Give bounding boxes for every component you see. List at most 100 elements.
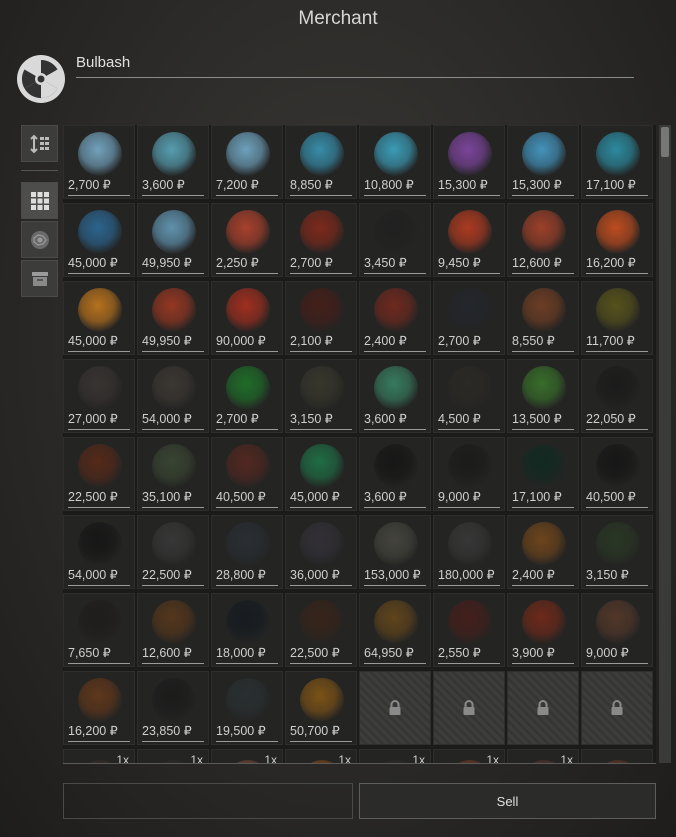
item-slot[interactable]: 18,000 ₽ <box>211 593 283 667</box>
scrollbar-thumb[interactable] <box>661 127 669 157</box>
item-slot[interactable]: 28,800 ₽ <box>211 515 283 589</box>
item-slot[interactable]: 3,900 ₽ <box>507 593 579 667</box>
item-slot[interactable]: 90,000 ₽ <box>211 281 283 355</box>
artifact-icon <box>522 444 566 488</box>
item-slot[interactable]: 180,000 ₽ <box>433 515 505 589</box>
item-slot[interactable]: 12,600 ₽ <box>507 203 579 277</box>
price-underline <box>586 663 648 664</box>
item-slot[interactable]: 1x <box>433 749 505 763</box>
price-underline <box>586 195 648 196</box>
item-slot[interactable]: 49,950 ₽ <box>137 203 209 277</box>
item-slot[interactable]: 10,800 ₽ <box>359 125 431 199</box>
item-slot[interactable]: 49,950 ₽ <box>137 281 209 355</box>
item-slot[interactable]: 1x <box>63 749 135 763</box>
item-slot[interactable]: 2,700 ₽ <box>211 359 283 433</box>
item-slot[interactable]: 17,100 ₽ <box>507 437 579 511</box>
item-slot[interactable]: 3,600 ₽ <box>359 437 431 511</box>
item-slot[interactable]: 2,700 ₽ <box>63 125 135 199</box>
item-slot[interactable]: 9,000 ₽ <box>581 593 653 667</box>
artifact-icon <box>300 288 344 332</box>
item-price: 2,700 ₽ <box>216 412 259 426</box>
item-slot[interactable]: 35,100 ₽ <box>137 437 209 511</box>
item-slot[interactable]: 27,000 ₽ <box>63 359 135 433</box>
item-slot[interactable]: 2,700 ₽ <box>285 203 357 277</box>
price-underline <box>142 195 204 196</box>
item-slot[interactable]: 2,550 ₽ <box>433 593 505 667</box>
item-slot[interactable]: 40,500 ₽ <box>581 437 653 511</box>
item-slot[interactable]: 22,050 ₽ <box>581 359 653 433</box>
item-slot[interactable]: 16,200 ₽ <box>581 203 653 277</box>
item-price: 3,600 ₽ <box>364 412 407 426</box>
item-slot[interactable]: 17,100 ₽ <box>581 125 653 199</box>
item-slot[interactable]: 1x <box>285 749 357 763</box>
item-slot[interactable]: 64,950 ₽ <box>359 593 431 667</box>
item-slot[interactable]: 54,000 ₽ <box>137 359 209 433</box>
item-slot[interactable]: 8,850 ₽ <box>285 125 357 199</box>
item-slot[interactable]: 2,100 ₽ <box>285 281 357 355</box>
item-slot[interactable]: 15,300 ₽ <box>433 125 505 199</box>
price-underline <box>216 663 278 664</box>
item-price: 45,000 ₽ <box>68 256 118 270</box>
artifact-icon <box>226 600 270 644</box>
item-slot[interactable]: 153,000 ₽ <box>359 515 431 589</box>
artifact-icon <box>226 288 270 332</box>
item-slot[interactable]: 2,400 ₽ <box>507 515 579 589</box>
item-slot[interactable]: 3,600 ₽ <box>359 359 431 433</box>
item-slot[interactable]: 2,700 ₽ <box>433 281 505 355</box>
item-slot[interactable]: 1x <box>137 749 209 763</box>
artifact-icon <box>374 600 418 644</box>
item-slot[interactable]: 3,150 ₽ <box>581 515 653 589</box>
item-slot[interactable]: 45,000 ₽ <box>285 437 357 511</box>
item-slot[interactable]: 8,550 ₽ <box>507 281 579 355</box>
artifact-icon <box>78 678 122 722</box>
price-underline <box>290 663 352 664</box>
item-slot[interactable]: 3,600 ₽ <box>137 125 209 199</box>
item-slot[interactable]: 54,000 ₽ <box>63 515 135 589</box>
item-slot[interactable]: 1x <box>507 749 579 763</box>
container-filter-button[interactable] <box>21 260 58 297</box>
item-slot[interactable]: 9,000 ₽ <box>433 437 505 511</box>
item-slot[interactable]: 50,700 ₽ <box>285 671 357 745</box>
item-slot[interactable]: 22,500 ₽ <box>137 515 209 589</box>
item-grid-scrollbar[interactable] <box>659 125 671 763</box>
item-slot[interactable]: 13,500 ₽ <box>507 359 579 433</box>
item-slot[interactable]: 1x <box>211 749 283 763</box>
item-price: 90,000 ₽ <box>216 334 266 348</box>
item-slot[interactable]: 23,850 ₽ <box>137 671 209 745</box>
item-slot[interactable]: 15,300 ₽ <box>507 125 579 199</box>
item-slot[interactable]: 7,200 ₽ <box>211 125 283 199</box>
item-slot[interactable]: 40,500 ₽ <box>211 437 283 511</box>
item-slot[interactable]: 3,450 ₽ <box>359 203 431 277</box>
item-slot[interactable]: 2,250 ₽ <box>211 203 283 277</box>
grid-view-button[interactable] <box>21 182 58 219</box>
artifact-filter-button[interactable] <box>21 221 58 258</box>
item-slot[interactable]: 36,000 ₽ <box>285 515 357 589</box>
item-slot[interactable]: 22,500 ₽ <box>63 437 135 511</box>
item-quantity: 1x <box>338 753 351 763</box>
item-slot[interactable]: 2,400 ₽ <box>359 281 431 355</box>
artifact-icon <box>78 210 122 254</box>
item-slot[interactable]: 11,700 ₽ <box>581 281 653 355</box>
item-price: 180,000 ₽ <box>438 568 495 582</box>
item-slot[interactable]: 4,500 ₽ <box>433 359 505 433</box>
item-slot[interactable]: 45,000 ₽ <box>63 203 135 277</box>
price-underline <box>364 351 426 352</box>
artifact-icon <box>300 366 344 410</box>
item-slot[interactable]: 45,000 ₽ <box>63 281 135 355</box>
item-slot[interactable]: 9,450 ₽ <box>433 203 505 277</box>
artifact-icon <box>78 366 122 410</box>
sort-button[interactable] <box>21 125 58 162</box>
item-slot[interactable]: 16,200 ₽ <box>63 671 135 745</box>
sell-button[interactable]: Sell <box>359 783 656 819</box>
item-slot[interactable]: 7,650 ₽ <box>63 593 135 667</box>
locked-slot <box>433 671 505 745</box>
item-slot[interactable] <box>581 749 653 763</box>
item-slot[interactable]: 3,150 ₽ <box>285 359 357 433</box>
item-price: 36,000 ₽ <box>290 568 340 582</box>
price-underline <box>512 351 574 352</box>
item-slot[interactable]: 1x <box>359 749 431 763</box>
item-slot[interactable]: 12,600 ₽ <box>137 593 209 667</box>
item-slot[interactable]: 22,500 ₽ <box>285 593 357 667</box>
price-underline <box>364 507 426 508</box>
item-slot[interactable]: 19,500 ₽ <box>211 671 283 745</box>
